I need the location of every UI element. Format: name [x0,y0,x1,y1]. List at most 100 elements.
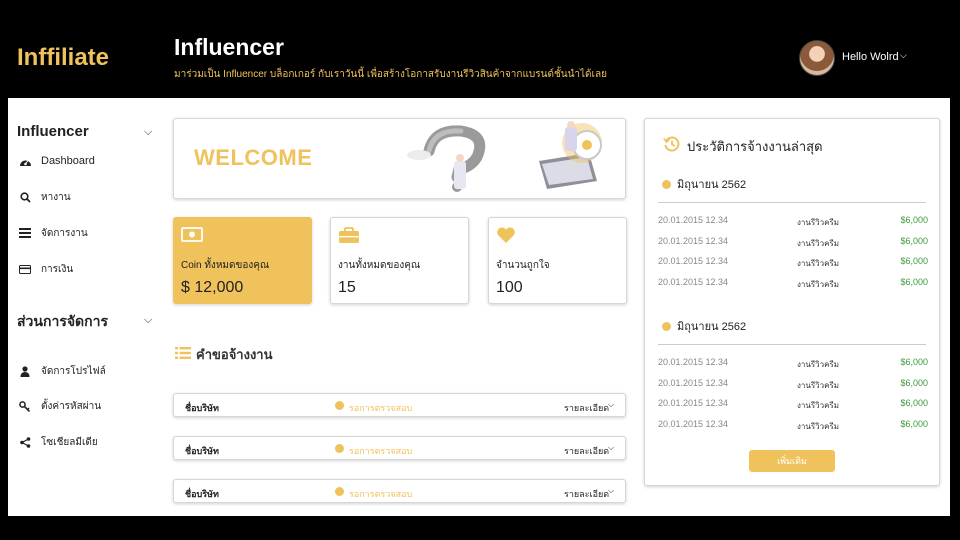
sidebar-item-find-jobs[interactable]: หางาน [18,189,71,205]
history-amount: $6,000 [900,236,928,246]
history-heading: ประวัติการจ้างงานล่าสุด [663,135,823,158]
user-name[interactable]: Hello Wolrd [842,51,899,63]
stat-value: $ 12,000 [181,279,244,296]
brand-logo[interactable]: Inffiliate [17,44,109,72]
more-button[interactable]: เพิ่มเติม [749,450,835,472]
history-title: ประวัติการจ้างงานล่าสุด [687,139,823,154]
history-type: งานรีวิวครีม [797,381,840,390]
sidebar-section-influencer[interactable]: Influencer [17,123,89,140]
history-amount: $6,000 [900,277,928,287]
detail-toggle[interactable]: รายละเอียด [564,487,609,501]
user-icon [18,365,32,377]
history-amount: $6,000 [900,378,928,388]
history-date: 20.01.2015 12.34 [658,398,729,408]
history-panel: ประวัติการจ้างงานล่าสุด มิถุนายน 2562 20… [644,118,940,486]
divider [658,202,926,203]
history-date: 20.01.2015 12.34 [658,277,729,287]
sidebar-item-label: โซเชียลมีเดีย [41,436,98,448]
chevron-down-icon[interactable]: ⌵ [608,443,614,453]
stat-label: งานทั้งหมดของคุณ [338,260,421,271]
status-badge: รอการตรวจสอบ [349,403,413,413]
top-header: Inffiliate Influencer มาร่วมเป็น Influen… [8,22,950,98]
sidebar-section-management[interactable]: ส่วนการจัดการ [17,311,108,333]
status-dot-icon [335,487,344,496]
sidebar-item-dashboard[interactable]: Dashboard [18,153,95,169]
history-type: งานรีวิวครีม [797,280,840,289]
chevron-down-icon[interactable]: ⌵ [144,314,152,327]
history-amount: $6,000 [900,398,928,408]
sidebar-item-password[interactable]: ตั้งค่ารหัสผ่าน [18,398,101,414]
history-date: 20.01.2015 12.34 [658,357,729,367]
status-dot-icon [335,401,344,410]
app-frame: Inffiliate Influencer มาร่วมเป็น Influen… [8,22,950,516]
sidebar: Influencer ⌵ Dashboard หางาน จัดการงาน ก… [8,98,168,516]
sidebar-item-label: จัดการโปรไฟล์ [41,365,106,377]
stat-value: 100 [496,279,523,296]
status-dot-icon [335,444,344,453]
table-row[interactable]: ชื่อบริษัท รอการตรวจสอบ รายละเอียด ⌵ [173,436,626,460]
job-requests-title: คำขอจ้างงาน [196,347,273,362]
page-subtitle: มาร่วมเป็น Influencer บล็อกเกอร์ กับเราว… [174,69,607,80]
list-icon [18,227,32,239]
history-date: 20.01.2015 12.34 [658,378,729,388]
sidebar-item-label: จัดการงาน [41,227,88,239]
job-requests-heading: คำขอจ้างงาน [175,344,273,365]
month-dot-icon [662,179,671,189]
stat-card-coin[interactable]: Coin ทั้งหมดของคุณ $ 12,000 [173,217,312,304]
credit-card-icon [18,263,32,275]
detail-toggle[interactable]: รายละเอียด [564,444,609,458]
welcome-illustration-icon [407,121,602,192]
list-item: 20.01.2015 12.34 งานรีวิวครีม $6,000 [658,256,928,270]
share-icon [18,436,32,448]
company-name: ชื่อบริษัท [185,489,219,499]
welcome-banner: WELCOME [173,118,626,199]
stat-card-likes[interactable]: จำนวนถูกใจ 100 [488,217,627,304]
sidebar-item-finance[interactable]: การเงิน [18,261,73,277]
stat-card-jobs[interactable]: งานทั้งหมดของคุณ 15 [330,217,469,304]
list-item: 20.01.2015 12.34 งานรีวิวครีม $6,000 [658,419,928,433]
history-date: 20.01.2015 12.34 [658,236,729,246]
month-label: มิถุนายน 2562 [662,317,746,335]
history-amount: $6,000 [900,215,928,225]
status-badge: รอการตรวจสอบ [349,489,413,499]
briefcase-icon [338,227,360,249]
chevron-down-icon[interactable]: ⌵ [608,400,614,410]
sidebar-item-manage-jobs[interactable]: จัดการงาน [18,225,88,241]
history-type: งานรีวิวครีม [797,360,840,369]
money-icon [181,227,203,247]
search-icon [18,191,32,203]
list-item: 20.01.2015 12.34 งานรีวิวครีม $6,000 [658,398,928,412]
detail-toggle[interactable]: รายละเอียด [564,401,609,415]
chevron-down-icon[interactable]: ⌵ [900,50,907,61]
chevron-down-icon[interactable]: ⌵ [608,486,614,496]
history-date: 20.01.2015 12.34 [658,256,729,266]
history-amount: $6,000 [900,419,928,429]
table-row[interactable]: ชื่อบริษัท รอการตรวจสอบ รายละเอียด ⌵ [173,393,626,417]
page-title: Influencer [174,34,284,60]
history-type: งานรีวิวครีม [797,218,840,227]
table-row[interactable]: ชื่อบริษัท รอการตรวจสอบ รายละเอียด ⌵ [173,479,626,503]
month-label: มิถุนายน 2562 [662,175,746,193]
sidebar-item-label: Dashboard [41,155,95,167]
list-item: 20.01.2015 12.34 งานรีวิวครีม $6,000 [658,236,928,250]
month-dot-icon [662,321,671,331]
history-amount: $6,000 [900,256,928,266]
avatar[interactable] [799,40,835,76]
chevron-down-icon[interactable]: ⌵ [144,126,152,139]
sidebar-item-profile[interactable]: จัดการโปรไฟล์ [18,363,106,379]
key-icon [18,400,32,412]
month-text: มิถุนายน 2562 [677,321,747,333]
status-badge: รอการตรวจสอบ [349,446,413,456]
sidebar-item-label: หางาน [41,191,71,203]
sidebar-item-label: การเงิน [41,263,74,275]
history-type: งานรีวิวครีม [797,259,840,268]
company-name: ชื่อบริษัท [185,446,219,456]
sidebar-item-social[interactable]: โซเชียลมีเดีย [18,434,98,450]
welcome-text: WELCOME [194,145,313,170]
company-name: ชื่อบริษัท [185,403,219,413]
history-type: งานรีวิวครีม [797,401,840,410]
divider [658,344,926,345]
stat-label: จำนวนถูกใจ [496,260,550,271]
history-type: งานรีวิวครีม [797,422,840,431]
list-item: 20.01.2015 12.34 งานรีวิวครีม $6,000 [658,215,928,229]
